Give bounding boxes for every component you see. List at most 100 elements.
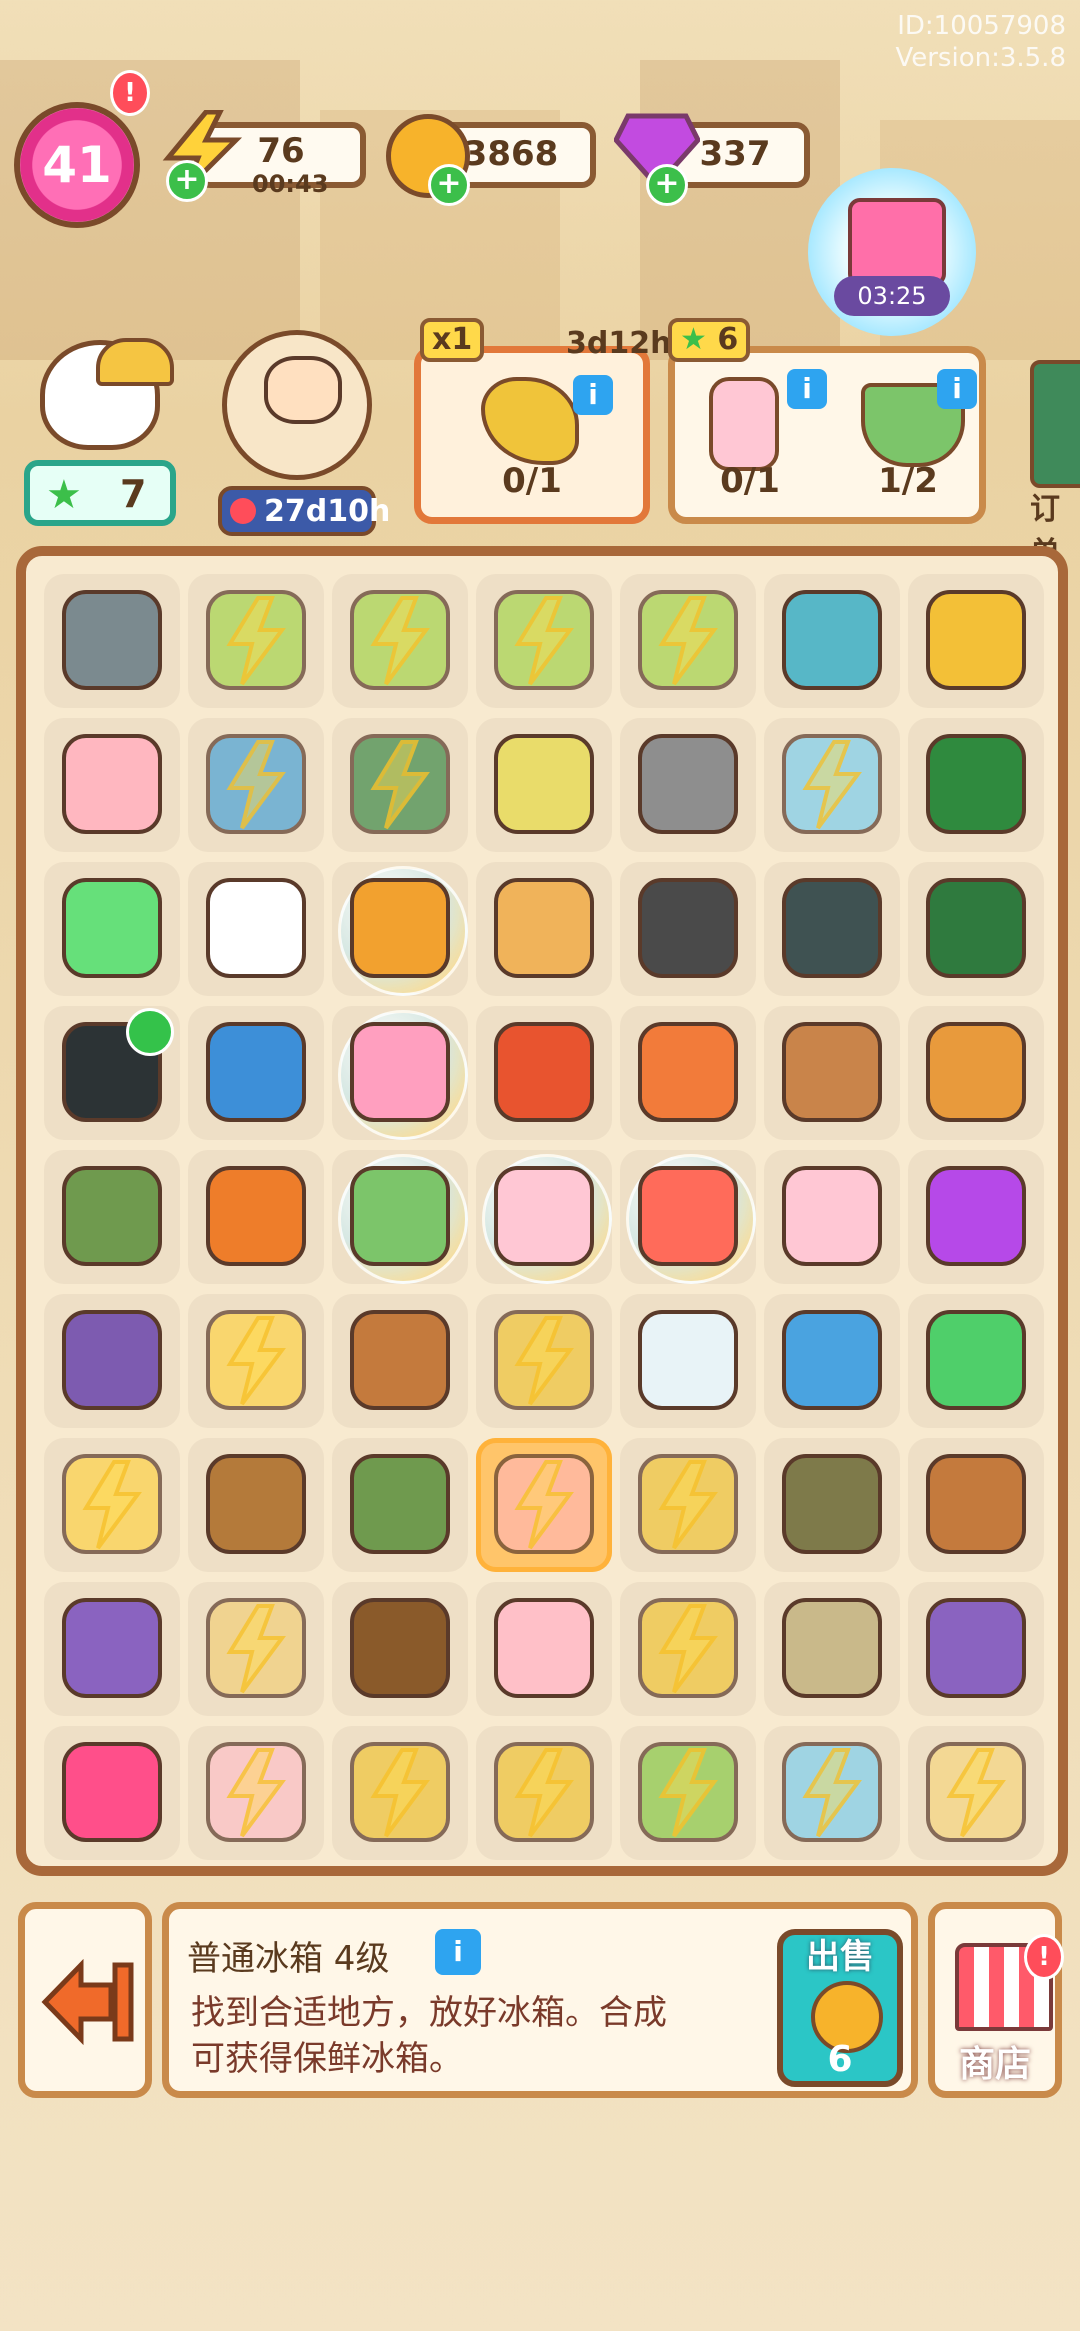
order-1-timer: 3d12h	[566, 326, 672, 361]
board-cell[interactable]	[188, 1726, 324, 1860]
board-cell[interactable]	[44, 862, 180, 996]
board-cell[interactable]	[476, 1582, 612, 1716]
board-cell[interactable]	[188, 1150, 324, 1284]
board-cell[interactable]	[188, 1582, 324, 1716]
sack-icon	[926, 1454, 1026, 1554]
order-card-1[interactable]: i 0/1	[414, 346, 650, 524]
item-info-button[interactable]: i	[435, 1929, 481, 1975]
board-cell[interactable]	[764, 1150, 900, 1284]
board-cell[interactable]	[620, 574, 756, 708]
item-title: 普通冰箱 4级	[187, 1939, 390, 1979]
order-2b-info-button[interactable]: i	[937, 369, 977, 409]
board-cell[interactable]	[188, 1006, 324, 1140]
board-cell[interactable]	[44, 574, 180, 708]
add-coins-button[interactable]: +	[428, 164, 470, 206]
energy-orb-icon	[926, 1166, 1026, 1266]
board-cell[interactable]	[476, 1726, 612, 1860]
board-cell[interactable]	[44, 718, 180, 852]
board-cell[interactable]	[332, 1582, 468, 1716]
sell-button[interactable]: 出售 6	[777, 1929, 903, 2087]
order-1-info-button[interactable]: i	[573, 375, 613, 415]
star-icon: ★	[680, 322, 707, 357]
board-cell[interactable]	[908, 574, 1044, 708]
board-cell[interactable]	[908, 1150, 1044, 1284]
board-cell[interactable]	[620, 1006, 756, 1140]
cabinet-icon	[782, 1598, 882, 1698]
board-cell[interactable]	[332, 1726, 468, 1860]
side-order-stack-icon[interactable]	[1030, 360, 1080, 488]
board-cell[interactable]	[764, 1294, 900, 1428]
toolbox-icon	[926, 734, 1026, 834]
board-cell[interactable]	[188, 718, 324, 852]
board-cell[interactable]	[332, 574, 468, 708]
board-cell[interactable]	[188, 1294, 324, 1428]
spray-bottle-icon	[206, 878, 306, 978]
board-cell[interactable]	[764, 1006, 900, 1140]
board-cell[interactable]	[620, 862, 756, 996]
board-cell[interactable]	[44, 1294, 180, 1428]
board-cell[interactable]	[476, 718, 612, 852]
board-cell[interactable]	[764, 1582, 900, 1716]
board-cell[interactable]	[764, 574, 900, 708]
board-cell[interactable]	[620, 718, 756, 852]
board-cell[interactable]	[332, 862, 468, 996]
board-cell[interactable]	[44, 1150, 180, 1284]
board-cell[interactable]	[44, 1726, 180, 1860]
board-cell[interactable]	[908, 1582, 1044, 1716]
board-cell[interactable]	[620, 1294, 756, 1428]
board-cell[interactable]	[620, 1726, 756, 1860]
board-cell[interactable]	[620, 1582, 756, 1716]
board-cell[interactable]	[908, 1438, 1044, 1572]
lightning-lock-icon	[226, 740, 286, 830]
board-cell[interactable]	[332, 1438, 468, 1572]
board-cell[interactable]	[44, 1438, 180, 1572]
board-cell[interactable]	[476, 1006, 612, 1140]
board-cell[interactable]	[188, 1438, 324, 1572]
water-bottle-icon	[638, 1310, 738, 1410]
exercise-bench-icon	[782, 590, 882, 690]
board-cell[interactable]	[908, 718, 1044, 852]
alert-icon[interactable]: !	[110, 70, 150, 116]
board-cell[interactable]	[620, 1438, 756, 1572]
board-cell[interactable]	[332, 1294, 468, 1428]
board-cell[interactable]	[332, 718, 468, 852]
board-cell[interactable]	[908, 862, 1044, 996]
sell-label: 出售	[806, 1937, 874, 1977]
board-cell[interactable]	[476, 574, 612, 708]
order-2a-info-button[interactable]: i	[787, 369, 827, 409]
order-card-2[interactable]: i 0/1 i 1/2	[668, 346, 986, 524]
lightning-lock-icon	[370, 1748, 430, 1838]
board-cell[interactable]	[332, 1150, 468, 1284]
board-cell[interactable]	[764, 718, 900, 852]
lightning-lock-icon	[370, 740, 430, 830]
add-energy-button[interactable]: +	[166, 160, 208, 202]
green-case-icon	[926, 878, 1026, 978]
board-cell[interactable]	[44, 1582, 180, 1716]
character-timer-bar: 27d10h	[218, 486, 390, 536]
helper-star-counter[interactable]: ★ 7	[24, 460, 176, 526]
board-cell[interactable]	[620, 1150, 756, 1284]
shopping-cart-icon	[638, 734, 738, 834]
board-cell[interactable]	[476, 862, 612, 996]
board-cell[interactable]	[908, 1006, 1044, 1140]
board-cell[interactable]	[764, 862, 900, 996]
board-cell[interactable]	[476, 1438, 612, 1572]
board-cell[interactable]	[332, 1006, 468, 1140]
board-cell[interactable]	[908, 1294, 1044, 1428]
board-cell[interactable]	[476, 1150, 612, 1284]
exit-button[interactable]	[18, 1902, 152, 2098]
board-cell[interactable]	[44, 1006, 180, 1140]
board-cell[interactable]	[188, 862, 324, 996]
board-cell[interactable]	[764, 1726, 900, 1860]
board-cell[interactable]	[764, 1438, 900, 1572]
add-gems-button[interactable]: +	[646, 164, 688, 206]
board-cell[interactable]	[188, 574, 324, 708]
board-cell[interactable]	[908, 1726, 1044, 1860]
shop-button[interactable]: 商店	[928, 1902, 1062, 2098]
board-cell[interactable]	[476, 1294, 612, 1428]
player-level-badge[interactable]: 41	[14, 102, 140, 228]
gem-value: 337	[699, 134, 771, 174]
lightning-lock-icon	[226, 596, 286, 686]
pacifier-bubble-icon	[350, 1022, 450, 1122]
gift-bubble[interactable]: 03:25	[808, 168, 976, 336]
